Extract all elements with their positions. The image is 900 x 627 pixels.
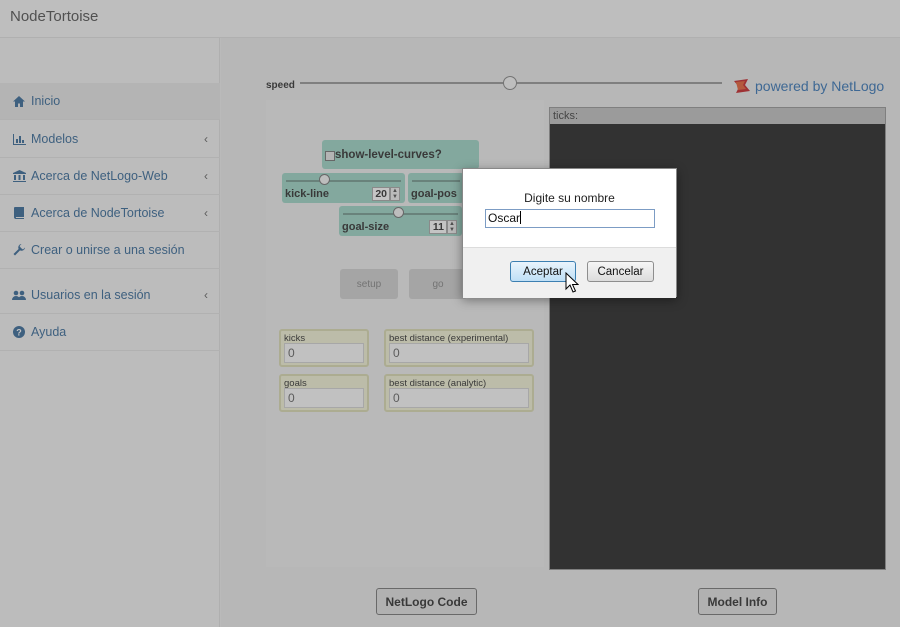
name-input[interactable]: Oscar [485, 209, 655, 228]
name-input-value: Oscar [488, 211, 521, 225]
mouse-pointer-icon [565, 271, 580, 294]
dialog-prompt: Digite su nombre [524, 191, 615, 205]
cancel-button[interactable]: Cancelar [587, 261, 654, 282]
text-caret [520, 211, 522, 224]
modal-overlay [0, 0, 900, 627]
